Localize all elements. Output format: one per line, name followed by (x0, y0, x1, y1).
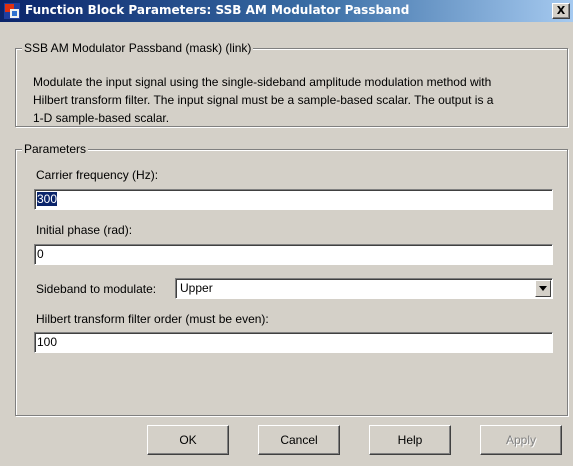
ok-button[interactable]: OK (147, 425, 229, 455)
help-button[interactable]: Help (369, 425, 451, 455)
initial-phase-label: Initial phase (rad): (36, 223, 133, 237)
simulink-block-icon (4, 3, 20, 19)
window-title: Function Block Parameters: SSB AM Modula… (25, 3, 410, 17)
mask-description-line: Hilbert transform filter. The input sign… (33, 93, 494, 107)
hilbert-order-input[interactable]: 100 (34, 332, 553, 353)
hilbert-order-value: 100 (37, 335, 58, 349)
title-bar[interactable]: Function Block Parameters: SSB AM Modula… (0, 0, 573, 22)
parameters-group-title: Parameters (22, 142, 89, 156)
carrier-frequency-label: Carrier frequency (Hz): (36, 168, 159, 182)
dropdown-arrow-button[interactable] (535, 280, 551, 297)
chevron-down-icon (539, 286, 547, 291)
carrier-frequency-value: 300 (37, 192, 58, 206)
mask-description: Modulate the input signal using the sing… (33, 73, 563, 127)
close-button[interactable]: X (552, 3, 570, 19)
sideband-select[interactable]: Upper (175, 278, 553, 299)
cancel-button[interactable]: Cancel (258, 425, 340, 455)
apply-button[interactable]: Apply (480, 425, 562, 455)
carrier-frequency-input[interactable]: 300 (34, 189, 553, 210)
close-icon: X (556, 4, 566, 17)
sideband-label: Sideband to modulate: (36, 282, 157, 296)
block-parameters-dialog: Function Block Parameters: SSB AM Modula… (0, 0, 573, 466)
mask-description-group: SSB AM Modulator Passband (mask) (link) … (15, 41, 568, 127)
sideband-selected-value: Upper (180, 281, 213, 295)
initial-phase-input[interactable]: 0 (34, 244, 553, 265)
initial-phase-value: 0 (37, 247, 44, 261)
mask-description-line: 1-D sample-based scalar. (33, 111, 170, 125)
mask-description-line: Modulate the input signal using the sing… (33, 75, 492, 89)
mask-group-title: SSB AM Modulator Passband (mask) (link) (22, 41, 254, 55)
hilbert-order-label: Hilbert transform filter order (must be … (36, 312, 269, 326)
